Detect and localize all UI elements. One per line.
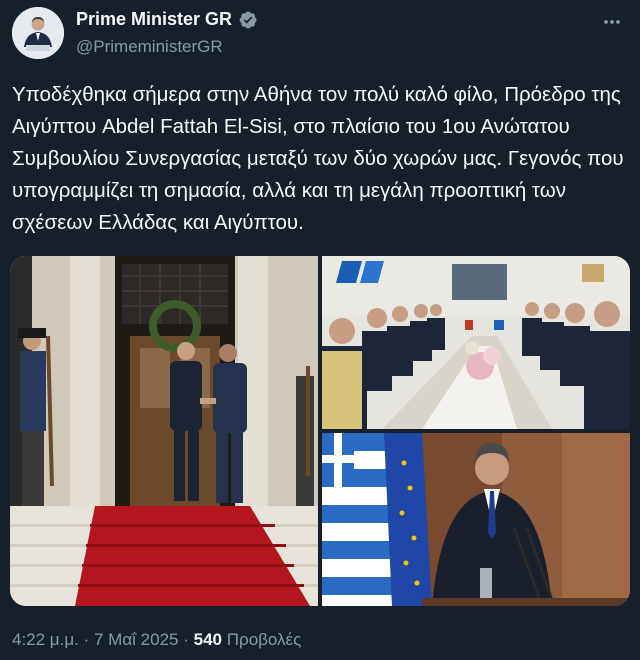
more-options-button[interactable]: [600, 10, 624, 34]
author-avatar[interactable]: [12, 7, 64, 59]
tweet-time[interactable]: 4:22 μ.μ.: [12, 630, 79, 649]
verified-badge-icon: [239, 11, 257, 28]
views-count[interactable]: 540: [194, 630, 222, 649]
tweet: Prime Minister GR @PrimeministerGR Υποδέ…: [0, 0, 640, 660]
author-name-row: Prime Minister GR: [76, 9, 258, 30]
author-display-name[interactable]: Prime Minister GR: [76, 9, 232, 30]
tweet-meta: 4:22 μ.μ. · 7 Μαΐ 2025 · 540 Προβολές: [12, 630, 301, 650]
photo-handshake[interactable]: [10, 256, 318, 606]
tweet-text: Υποδέχθηκα σήμερα στην Αθήνα τον πολύ κα…: [12, 83, 624, 234]
author-handle[interactable]: @PrimeministerGR: [76, 37, 223, 57]
photo-podium[interactable]: [322, 433, 630, 606]
avatar-image: [12, 7, 64, 59]
media-grid: [10, 256, 630, 606]
meta-separator: ·: [83, 630, 90, 649]
tweet-date[interactable]: 7 Μαΐ 2025: [94, 630, 179, 649]
more-options-icon: [604, 20, 620, 24]
photo-meeting[interactable]: [322, 256, 630, 429]
meta-separator-2: ·: [183, 630, 189, 649]
views-label: Προβολές: [226, 630, 302, 649]
